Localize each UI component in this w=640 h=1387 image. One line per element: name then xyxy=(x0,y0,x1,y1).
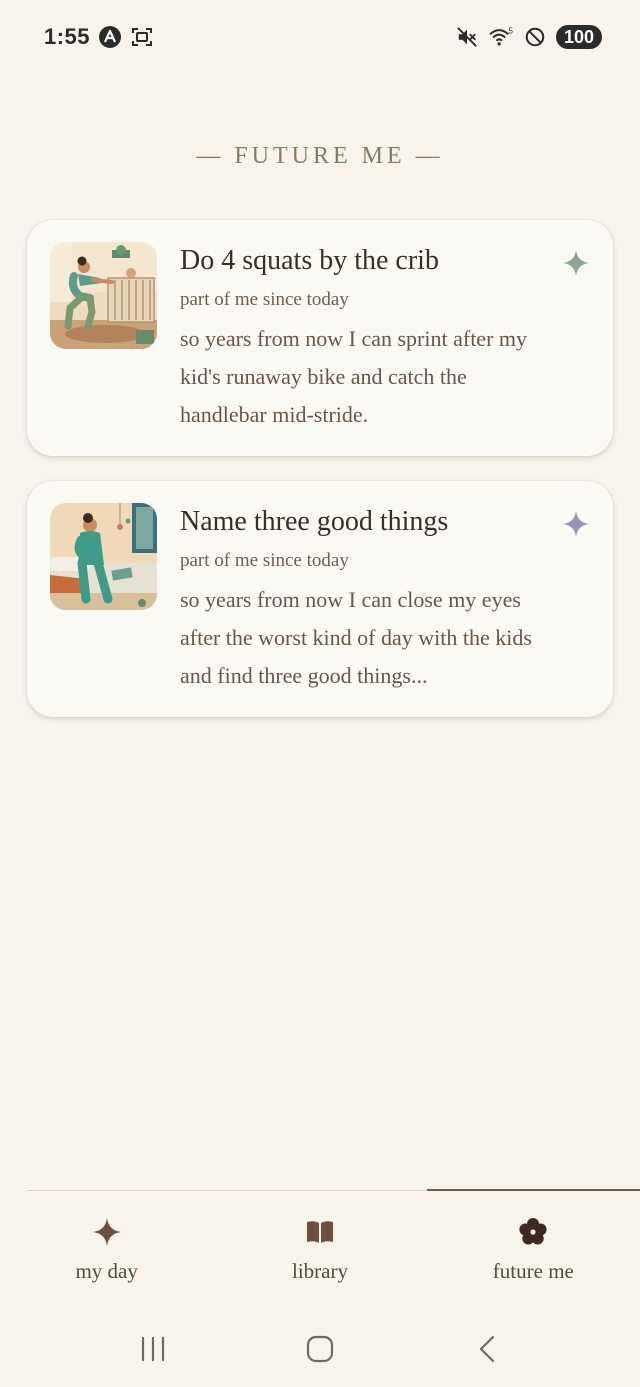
nav-label: library xyxy=(292,1259,348,1283)
habit-card[interactable]: Name three good things part of me since … xyxy=(27,481,613,717)
status-bar: 1:55 5 100 xyxy=(0,0,640,74)
home-icon xyxy=(306,1335,334,1362)
card-title: Name three good things xyxy=(180,506,449,537)
sparkle-icon xyxy=(563,511,589,537)
nav-label: my day xyxy=(75,1259,138,1283)
book-icon xyxy=(306,1221,333,1243)
habit-illustration xyxy=(50,503,157,610)
battery-indicator: 100 xyxy=(555,25,602,49)
dnd-icon xyxy=(524,26,546,48)
sparkle-icon xyxy=(563,250,589,276)
nav-item-future-me[interactable]: future me xyxy=(427,1191,640,1301)
nav-label: future me xyxy=(492,1259,574,1283)
card-body: so years from now I can sprint after my … xyxy=(180,326,528,427)
wifi-icon: 5 xyxy=(488,26,514,48)
app-a-icon xyxy=(98,25,122,49)
wifi-band-label: 5 xyxy=(508,26,513,35)
nav-item-my-day[interactable]: my day xyxy=(0,1191,213,1301)
recent-apps-icon xyxy=(142,1336,165,1361)
page-title: — FUTURE ME — xyxy=(196,143,444,169)
flower-icon xyxy=(519,1218,547,1245)
card-body: so years from now I can close my eyes af… xyxy=(180,587,532,688)
habit-card[interactable]: Do 4 squats by the crib part of me since… xyxy=(27,220,613,456)
status-time: 1:55 xyxy=(44,24,91,49)
mute-icon xyxy=(456,26,478,48)
recent-apps-button[interactable] xyxy=(133,1329,173,1369)
screen: 1:55 5 100 — FUTURE ME — Do 4 squats by … xyxy=(0,0,640,1387)
sparkle-icon xyxy=(92,1218,121,1246)
habit-illustration xyxy=(50,242,157,349)
card-since: part of me since today xyxy=(180,550,349,571)
home-button[interactable] xyxy=(300,1329,340,1369)
status-right: 5 100 xyxy=(456,25,602,49)
status-left: 1:55 xyxy=(44,24,154,50)
card-since: part of me since today xyxy=(180,289,349,310)
back-icon xyxy=(479,1335,494,1362)
nav-item-library[interactable]: library xyxy=(213,1191,426,1301)
system-nav-bar xyxy=(0,1310,640,1387)
card-title: Do 4 squats by the crib xyxy=(180,245,439,276)
bottom-nav: my day library future me xyxy=(0,1191,640,1301)
back-button[interactable] xyxy=(467,1329,507,1369)
screenshot-icon xyxy=(130,25,154,49)
